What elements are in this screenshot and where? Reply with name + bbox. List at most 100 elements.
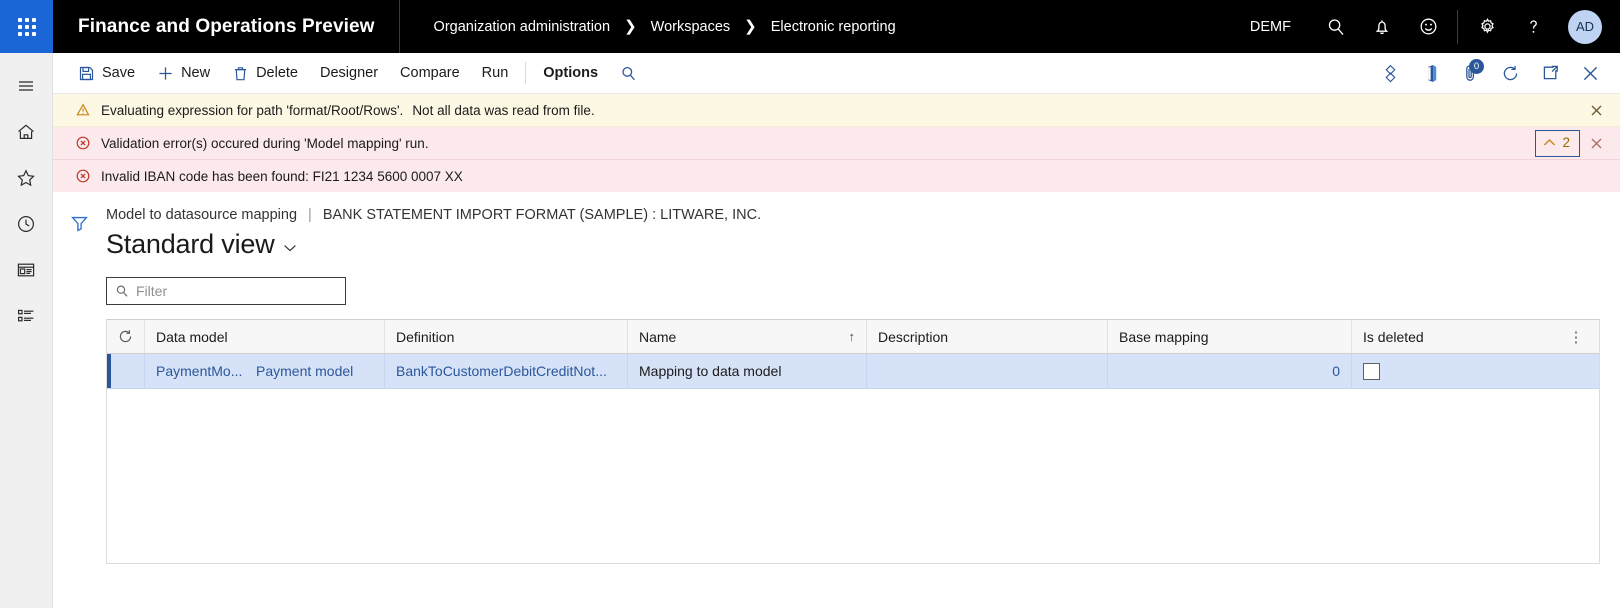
toolbar-search-icon[interactable]: [609, 53, 648, 94]
grid-column-label: Definition: [396, 328, 455, 345]
page-subtitle: BANK STATEMENT IMPORT FORMAT (SAMPLE) : …: [322, 207, 762, 223]
page-title: Model to datasource mapping: [106, 207, 298, 223]
breadcrumb-item-workspaces[interactable]: Workspaces: [651, 19, 731, 35]
app-launcher-grid-icon: [17, 17, 36, 36]
row-indicator-cell: [111, 354, 145, 388]
data-grid: Data model Definition Name ↑ Description: [106, 319, 1600, 564]
chevron-right-icon: ❯: [744, 18, 757, 35]
view-name: Standard view: [106, 229, 275, 259]
settings-gear-icon[interactable]: [1464, 0, 1510, 53]
app-launcher-button[interactable]: [0, 0, 53, 53]
cell-data-model[interactable]: PaymentMo... Payment model: [145, 354, 385, 388]
search-icon[interactable]: [1313, 0, 1359, 53]
home-icon[interactable]: [0, 109, 53, 155]
breadcrumb: Organization administration ❯ Workspaces…: [400, 19, 896, 35]
save-button[interactable]: Save: [67, 53, 146, 94]
options-label: Options: [543, 65, 599, 81]
warning-triangle-icon: [69, 102, 97, 118]
column-options-ellipsis-icon[interactable]: ⋮: [1564, 328, 1588, 346]
breadcrumb-item-electronic-reporting[interactable]: Electronic reporting: [771, 19, 896, 35]
hamburger-menu-icon[interactable]: [0, 63, 53, 109]
close-icon[interactable]: [1570, 53, 1610, 94]
error-bar-actions: 2: [1535, 127, 1620, 159]
recent-clock-icon[interactable]: [0, 201, 53, 247]
company-selector[interactable]: DEMF: [1228, 19, 1313, 35]
cell-name[interactable]: Mapping to data model: [628, 354, 867, 388]
breadcrumb-item-organization-administration[interactable]: Organization administration: [434, 19, 611, 35]
chevron-right-icon: ❯: [624, 18, 637, 35]
compare-button[interactable]: Compare: [389, 53, 471, 94]
error-circle-icon: [69, 168, 97, 184]
cell-description[interactable]: [867, 354, 1108, 388]
run-button[interactable]: Run: [471, 53, 520, 94]
caption-separator: |: [308, 207, 312, 223]
options-button[interactable]: Options: [532, 53, 609, 94]
chevron-up-icon: [1543, 136, 1556, 150]
grid-column-base-mapping[interactable]: Base mapping: [1108, 320, 1352, 353]
sort-ascending-icon: ↑: [848, 329, 856, 344]
grid-column-description[interactable]: Description: [867, 320, 1108, 353]
modules-list-icon[interactable]: [0, 293, 53, 339]
filter-input[interactable]: [136, 283, 337, 299]
save-floppy-icon: [78, 65, 95, 82]
grid-column-label: Description: [878, 328, 949, 345]
cell-base-mapping[interactable]: 0: [1108, 354, 1352, 388]
table-row[interactable]: PaymentMo... Payment model BankToCustome…: [107, 354, 1599, 389]
main-region: Save New Delete Designer Compare Run Opt…: [53, 53, 1620, 608]
command-bar-right: 0: [1370, 53, 1620, 94]
grid-column-data-model[interactable]: Data model: [145, 320, 385, 353]
filter-input-wrapper[interactable]: [106, 277, 346, 305]
new-button[interactable]: New: [146, 53, 221, 94]
data-model-code-link[interactable]: PaymentMo...: [156, 363, 256, 379]
attachments-icon[interactable]: 0: [1450, 53, 1490, 94]
workspaces-icon[interactable]: [0, 247, 53, 293]
designer-button[interactable]: Designer: [309, 53, 389, 94]
cell-is-deleted[interactable]: [1352, 354, 1599, 388]
chevron-down-icon[interactable]: [283, 243, 297, 260]
error-message-bar-1: Validation error(s) occured during 'Mode…: [53, 127, 1620, 160]
grid-column-definition[interactable]: Definition: [385, 320, 628, 353]
grid-column-name[interactable]: Name ↑: [628, 320, 867, 353]
body: Save New Delete Designer Compare Run Opt…: [0, 53, 1620, 608]
refresh-icon[interactable]: [1490, 53, 1530, 94]
cell-definition[interactable]: BankToCustomerDebitCreditNot...: [385, 354, 628, 388]
grid-column-label: Name: [639, 328, 677, 345]
run-label: Run: [481, 65, 509, 81]
grid-column-is-deleted[interactable]: Is deleted ⋮: [1352, 320, 1599, 353]
share-icon[interactable]: [1370, 53, 1410, 94]
command-bar: Save New Delete Designer Compare Run Opt…: [53, 53, 1620, 94]
warning-bar-actions: [1580, 94, 1620, 126]
collapse-messages-button[interactable]: 2: [1535, 129, 1580, 157]
error-message-text-2: Invalid IBAN code has been found: FI21 1…: [101, 168, 463, 184]
filter-pane-rail: [53, 192, 106, 608]
close-icon[interactable]: [1580, 94, 1612, 126]
data-model-name-link[interactable]: Payment model: [256, 363, 353, 379]
help-question-icon[interactable]: [1510, 0, 1556, 53]
grid-refresh-button[interactable]: [107, 320, 145, 353]
delete-button[interactable]: Delete: [221, 53, 309, 94]
trash-icon: [232, 65, 249, 82]
favorites-star-icon[interactable]: [0, 155, 53, 201]
grid-header-row: Data model Definition Name ↑ Description: [107, 320, 1599, 354]
error-message-text-1: Validation error(s) occured during 'Mode…: [101, 135, 429, 151]
page-caption: Model to datasource mapping | BANK STATE…: [106, 192, 1600, 223]
error-message-bar-2: Invalid IBAN code has been found: FI21 1…: [53, 160, 1620, 192]
save-label: Save: [102, 65, 136, 81]
filter-funnel-icon[interactable]: [64, 207, 96, 239]
page-content: Model to datasource mapping | BANK STATE…: [106, 192, 1620, 608]
feedback-smiley-icon[interactable]: [1405, 0, 1451, 53]
popout-icon[interactable]: [1530, 53, 1570, 94]
view-selector[interactable]: Standard view: [106, 229, 1600, 260]
open-in-office-icon[interactable]: [1410, 53, 1450, 94]
search-icon: [115, 284, 129, 298]
is-deleted-checkbox[interactable]: [1363, 362, 1380, 380]
header-actions: DEMF AD: [1228, 0, 1620, 53]
content-region: Model to datasource mapping | BANK STATE…: [53, 192, 1620, 608]
avatar[interactable]: AD: [1568, 9, 1602, 44]
search-icon: [620, 65, 637, 82]
grid-column-label: Base mapping: [1119, 328, 1209, 345]
designer-label: Designer: [320, 65, 379, 81]
attachment-count-badge: 0: [1469, 58, 1484, 74]
notifications-bell-icon[interactable]: [1359, 0, 1405, 53]
close-icon[interactable]: [1580, 127, 1612, 159]
